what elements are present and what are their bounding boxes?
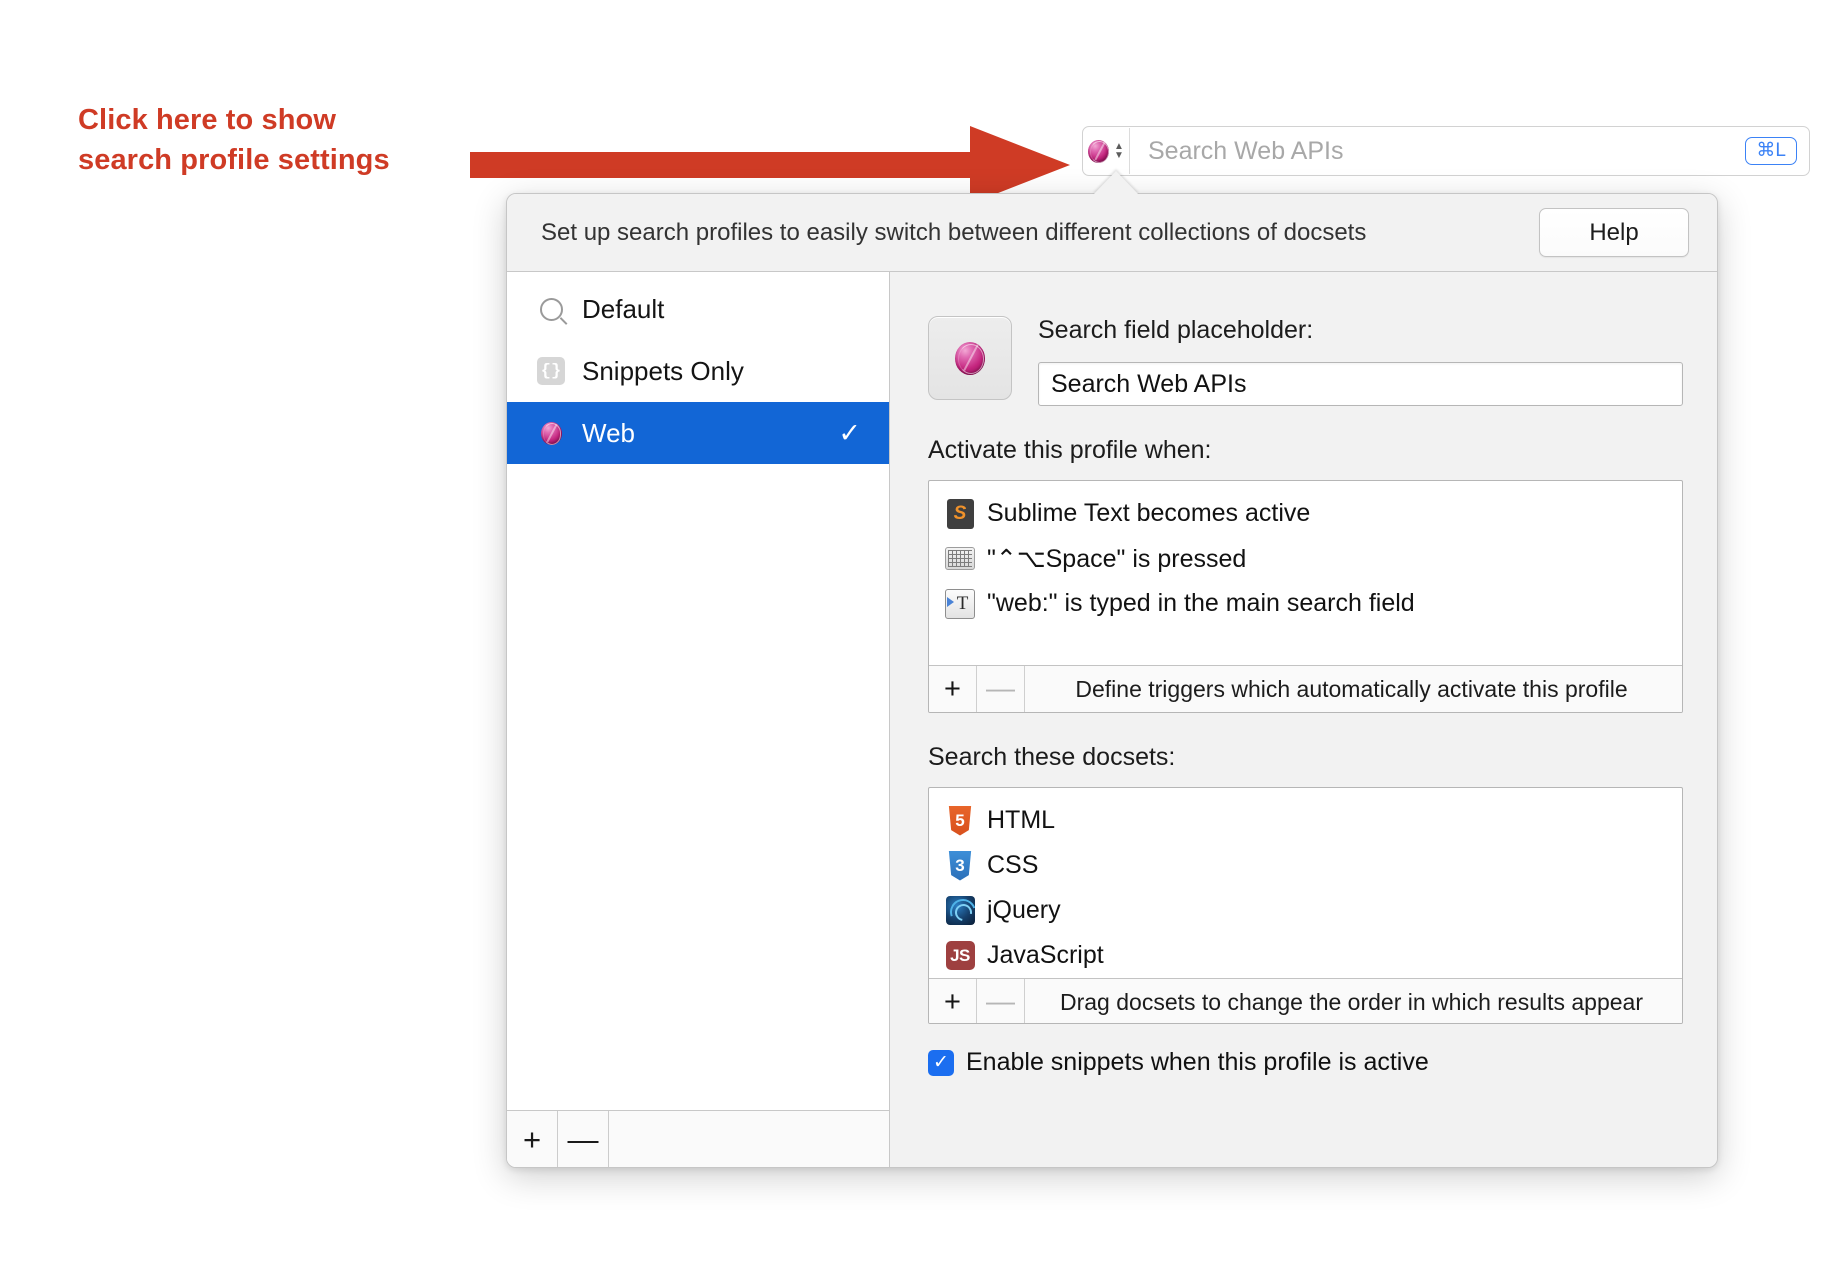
triggers-rows: S Sublime Text becomes active "⌃⌥Space" … xyxy=(929,481,1682,665)
profile-label: Default xyxy=(582,293,665,324)
enable-snippets-label: Enable snippets when this profile is act… xyxy=(966,1048,1429,1076)
web-profile-orb-icon xyxy=(955,341,985,375)
magnifier-icon xyxy=(535,293,567,325)
html5-shield-icon: 5 xyxy=(945,805,975,836)
profile-icon-well[interactable] xyxy=(928,316,1012,400)
profiles-sidebar: Default {} Snippets Only Web ✓ + — xyxy=(507,272,890,1167)
triggers-hint: Define triggers which automatically acti… xyxy=(1075,675,1628,702)
trigger-label: "web:" is typed in the main search field xyxy=(987,589,1415,617)
search-input[interactable]: Search Web APIs xyxy=(1130,137,1745,166)
triggers-footer-toolbar: + — Define triggers which automatically … xyxy=(929,665,1682,712)
snippets-braces-icon: {} xyxy=(535,355,567,387)
trigger-label: Sublime Text becomes active xyxy=(987,499,1311,527)
triggers-listbox: S Sublime Text becomes active "⌃⌥Space" … xyxy=(928,480,1683,713)
sidebar-item-default[interactable]: Default xyxy=(507,278,889,340)
popover-tail-arrow xyxy=(1093,171,1139,195)
placeholder-field-group: Search field placeholder: Search Web API… xyxy=(1038,316,1683,406)
popover-body: Default {} Snippets Only Web ✓ + — Searc… xyxy=(507,272,1717,1167)
typed-text-icon: T xyxy=(945,588,975,619)
placeholder-input[interactable]: Search Web APIs xyxy=(1038,362,1683,406)
popover-header: Set up search profiles to easily switch … xyxy=(507,194,1717,272)
stepper-up-down-icon: ▲ ▼ xyxy=(1114,141,1124,161)
docset-label: HTML xyxy=(987,806,1056,834)
annotation-callout-text: Click here to show search profile settin… xyxy=(78,100,478,180)
add-docset-button[interactable]: + xyxy=(929,979,977,1023)
remove-trigger-button[interactable]: — xyxy=(977,666,1025,712)
profile-detail-pane: Search field placeholder: Search Web API… xyxy=(890,272,1717,1167)
docset-label: jQuery xyxy=(987,896,1061,924)
profiles-footer-spacer xyxy=(609,1111,889,1167)
enable-snippets-checkbox[interactable]: ✓ xyxy=(928,1049,954,1076)
profiles-footer-toolbar: + — xyxy=(507,1110,889,1167)
search-profiles-popover: Set up search profiles to easily switch … xyxy=(506,193,1718,1168)
annotation-line-1: Click here to show xyxy=(78,104,337,136)
docset-label: CSS xyxy=(987,851,1039,879)
jquery-icon xyxy=(945,896,975,926)
trigger-label: "⌃⌥Space" is pressed xyxy=(987,544,1247,573)
trigger-row[interactable]: T "web:" is typed in the main search fie… xyxy=(929,581,1682,626)
remove-profile-button[interactable]: — xyxy=(558,1111,609,1167)
enable-snippets-checkbox-row[interactable]: ✓ Enable snippets when this profile is a… xyxy=(928,1048,1683,1077)
docset-label: JavaScript xyxy=(987,941,1104,969)
profile-label: Web xyxy=(582,417,635,448)
sidebar-item-snippets-only[interactable]: {} Snippets Only xyxy=(507,340,889,402)
docset-row[interactable]: 3 CSS xyxy=(929,843,1682,888)
add-trigger-button[interactable]: + xyxy=(929,666,977,712)
docset-row[interactable]: jQuery xyxy=(929,888,1682,933)
css3-shield-icon: 3 xyxy=(945,850,975,881)
keyboard-icon xyxy=(945,544,975,574)
triggers-section-label: Activate this profile when: xyxy=(928,436,1212,464)
screenshot-root: Click here to show search profile settin… xyxy=(0,0,1848,1280)
web-profile-orb-icon xyxy=(535,417,567,449)
annotation-line-2: search profile settings xyxy=(78,144,390,177)
sidebar-item-web[interactable]: Web ✓ xyxy=(507,402,889,464)
trigger-row[interactable]: "⌃⌥Space" is pressed xyxy=(929,536,1682,581)
profile-label: Snippets Only xyxy=(582,355,744,386)
trigger-row[interactable]: S Sublime Text becomes active xyxy=(929,491,1682,536)
placeholder-field-label: Search field placeholder: xyxy=(1038,316,1314,344)
search-shortcut-badge: ⌘L xyxy=(1745,137,1797,165)
add-profile-button[interactable]: + xyxy=(507,1111,558,1167)
docsets-hint: Drag docsets to change the order in whic… xyxy=(1060,988,1643,1015)
docset-row[interactable]: JS JavaScript xyxy=(929,933,1682,978)
sublime-text-icon: S xyxy=(945,498,975,529)
web-profile-orb-icon xyxy=(1088,139,1110,163)
profile-list: Default {} Snippets Only Web ✓ xyxy=(507,272,889,1110)
docsets-section-label: Search these docsets: xyxy=(928,743,1176,771)
remove-docset-button[interactable]: — xyxy=(977,979,1025,1023)
docset-row[interactable]: 5 HTML xyxy=(929,798,1682,843)
selected-checkmark-icon: ✓ xyxy=(838,417,861,448)
docsets-footer-toolbar: + — Drag docsets to change the order in … xyxy=(929,978,1682,1023)
main-search-bar[interactable]: ▲ ▼ Search Web APIs ⌘L xyxy=(1082,126,1810,176)
search-profile-popup-button[interactable]: ▲ ▼ xyxy=(1083,128,1130,174)
help-button[interactable]: Help xyxy=(1539,208,1689,257)
popover-description: Set up search profiles to easily switch … xyxy=(541,218,1367,246)
profile-icon-and-placeholder-row: Search field placeholder: Search Web API… xyxy=(928,316,1683,406)
javascript-icon: JS xyxy=(945,941,975,971)
docsets-listbox: 5 HTML 3 CSS jQuery JS JavaScript + — Dr… xyxy=(928,787,1683,1024)
docsets-rows: 5 HTML 3 CSS jQuery JS JavaScript xyxy=(929,788,1682,978)
